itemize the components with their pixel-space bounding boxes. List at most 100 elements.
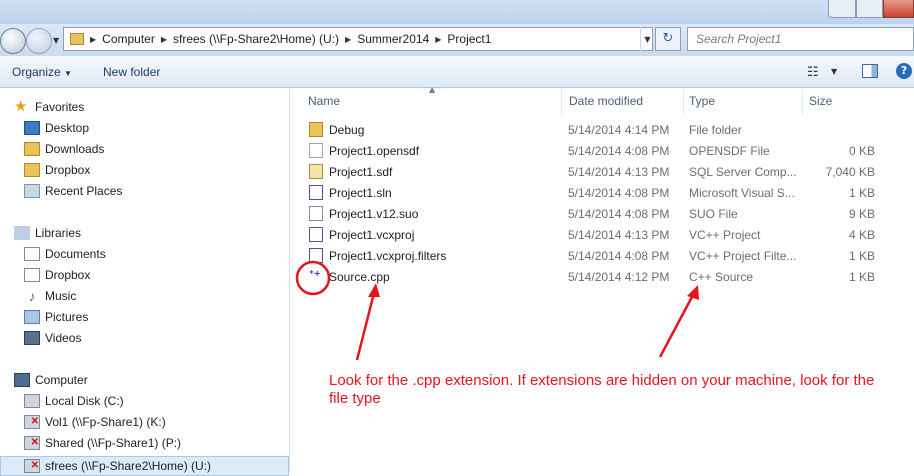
file-size: 4 KB bbox=[848, 228, 875, 242]
chevron-right-icon[interactable]: ▶ bbox=[88, 35, 98, 44]
nav-label: Documents bbox=[45, 247, 106, 261]
downloads-icon bbox=[24, 142, 40, 156]
file-type: C++ Source bbox=[689, 270, 754, 284]
refresh-button[interactable]: ↻ bbox=[655, 27, 681, 51]
file-type: SQL Server Comp... bbox=[689, 165, 797, 179]
new-folder-button[interactable]: New folder bbox=[103, 65, 160, 79]
file-size: 1 KB bbox=[848, 270, 875, 284]
pictures-icon bbox=[24, 310, 40, 324]
nav-item-dropbox[interactable]: Dropbox bbox=[24, 160, 90, 180]
file-type: VC++ Project bbox=[689, 228, 761, 242]
nav-item-local-disk[interactable]: Local Disk (C:) bbox=[24, 391, 124, 411]
column-divider[interactable] bbox=[802, 89, 803, 115]
nav-item-recent-places[interactable]: Recent Places bbox=[24, 181, 122, 201]
nav-item-pictures[interactable]: Pictures bbox=[24, 307, 88, 327]
nav-item-sfrees[interactable]: ✕ sfrees (\\Fp-Share2\Home) (U:) bbox=[24, 456, 211, 476]
views-icon[interactable]: ☷ bbox=[807, 65, 819, 80]
folder-icon bbox=[309, 122, 323, 137]
filters-file-icon bbox=[309, 248, 323, 263]
back-button[interactable] bbox=[0, 28, 26, 54]
chevron-right-icon[interactable]: ▶ bbox=[433, 35, 443, 44]
breadcrumb-computer[interactable]: Computer bbox=[98, 32, 159, 46]
annotation-text: Look for the .cpp extension. If extensio… bbox=[329, 372, 875, 407]
column-divider[interactable] bbox=[683, 89, 684, 115]
column-header-type[interactable]: Type bbox=[689, 92, 715, 116]
nav-item-downloads[interactable]: Downloads bbox=[24, 139, 104, 159]
file-name: Source.cpp bbox=[329, 270, 390, 284]
videos-icon bbox=[24, 331, 40, 345]
close-button[interactable] bbox=[883, 0, 914, 18]
column-header-name[interactable]: Name bbox=[308, 92, 340, 116]
file-size: 7,040 KB bbox=[825, 165, 875, 179]
nav-label: Downloads bbox=[45, 142, 105, 156]
file-row[interactable]: Project1.v12.suo 5/14/2014 4:08 PM SUO Fil… bbox=[305, 203, 905, 224]
file-row[interactable]: Project1.vcxproj 5/14/2014 4:13 PM VC++ Pr… bbox=[305, 224, 905, 245]
navigation-pane: ★ Favorites Desktop Downloads Dropbox Rec… bbox=[0, 89, 290, 476]
file-row[interactable]: Project1.sdf 5/14/2014 4:13 PM SQL Server … bbox=[305, 161, 905, 182]
nav-label: Libraries bbox=[35, 226, 82, 240]
nav-item-videos[interactable]: Videos bbox=[24, 328, 81, 348]
nav-label: Pictures bbox=[45, 310, 89, 324]
file-name: Project1.opensdf bbox=[329, 144, 420, 158]
address-bar[interactable]: ▶ Computer ▶ sfrees (\\Fp-Share2\Home) (… bbox=[63, 27, 653, 51]
file-row[interactable]: Project1.sln 5/14/2014 4:08 PM Microsoft V… bbox=[305, 182, 905, 203]
desktop-icon bbox=[24, 121, 40, 135]
file-size: 0 KB bbox=[848, 144, 875, 158]
breadcrumb-summer2014[interactable]: Summer2014 bbox=[353, 32, 433, 46]
nav-item-documents[interactable]: Documents bbox=[24, 244, 106, 264]
file-size: 1 KB bbox=[848, 249, 875, 263]
column-header-size[interactable]: Size bbox=[809, 92, 832, 116]
minimize-button[interactable] bbox=[828, 0, 856, 18]
forward-button[interactable] bbox=[26, 28, 52, 54]
vcxproj-file-icon bbox=[309, 227, 323, 242]
help-button[interactable]: ? bbox=[896, 63, 912, 79]
nav-computer[interactable]: Computer bbox=[14, 370, 88, 390]
file-date: 5/14/2014 4:08 PM bbox=[568, 186, 670, 200]
file-row[interactable]: ⁺+ Source.cpp 5/14/2014 4:12 PM C++ Source 1… bbox=[305, 266, 905, 287]
column-header-date[interactable]: Date modified bbox=[569, 92, 643, 116]
file-row[interactable]: Debug 5/14/2014 4:14 PM File folder bbox=[305, 119, 905, 140]
search-input[interactable]: Search Project1 bbox=[687, 27, 914, 51]
nav-item-music[interactable]: ♪ Music bbox=[24, 286, 77, 306]
address-dropdown-icon[interactable]: ▼ bbox=[640, 27, 654, 51]
nav-label: Music bbox=[45, 289, 77, 303]
file-row[interactable]: Project1.vcxproj.filters 5/14/2014 4:08 P… bbox=[305, 245, 905, 266]
nav-item-dropbox-library[interactable]: Dropbox bbox=[24, 265, 90, 285]
nav-item-desktop[interactable]: Desktop bbox=[24, 118, 89, 138]
file-row[interactable]: Project1.opensdf 5/14/2014 4:08 PM OPENSDF… bbox=[305, 140, 905, 161]
nav-libraries[interactable]: Libraries bbox=[14, 223, 81, 243]
chevron-down-icon[interactable]: ▼ bbox=[831, 67, 837, 76]
file-name: Debug bbox=[329, 123, 365, 137]
chevron-right-icon[interactable]: ▶ bbox=[159, 35, 169, 44]
sln-file-icon bbox=[309, 185, 323, 200]
file-type: VC++ Project Filte... bbox=[689, 249, 797, 263]
recent-pages-icon[interactable]: ▼ bbox=[53, 36, 59, 45]
breadcrumb-project1[interactable]: Project1 bbox=[443, 32, 495, 46]
column-divider[interactable] bbox=[561, 89, 562, 115]
file-name: Project1.sln bbox=[329, 186, 392, 200]
nav-label: Videos bbox=[45, 331, 82, 345]
file-date: 5/14/2014 4:13 PM bbox=[568, 228, 670, 242]
libraries-icon bbox=[14, 226, 30, 240]
blank-file-icon bbox=[309, 143, 323, 158]
nav-item-shared[interactable]: ✕ Shared (\\Fp-Share1) (P:) bbox=[24, 433, 181, 453]
maximize-button[interactable] bbox=[856, 0, 883, 18]
nav-label: Shared (\\Fp-Share1) (P:) bbox=[45, 436, 182, 450]
nav-favorites[interactable]: ★ Favorites bbox=[14, 97, 84, 117]
preview-pane-button[interactable] bbox=[862, 64, 878, 78]
organize-label: Organize bbox=[12, 65, 61, 79]
nav-item-vol1[interactable]: ✕ Vol1 (\\Fp-Share1) (K:) bbox=[24, 412, 166, 432]
nav-label: Computer bbox=[35, 373, 88, 387]
nav-label: Dropbox bbox=[45, 268, 91, 282]
dropbox-library-icon bbox=[24, 268, 40, 282]
file-date: 5/14/2014 4:14 PM bbox=[568, 123, 670, 137]
file-type: SUO File bbox=[689, 207, 738, 221]
organize-button[interactable]: Organize ▼ bbox=[12, 65, 72, 79]
file-name: Project1.vcxproj.filters bbox=[329, 249, 447, 263]
chevron-right-icon[interactable]: ▶ bbox=[343, 35, 353, 44]
file-size: 9 KB bbox=[848, 207, 875, 221]
dropbox-icon bbox=[24, 163, 40, 177]
file-size: 1 KB bbox=[848, 186, 875, 200]
nav-label: Favorites bbox=[35, 100, 85, 114]
breadcrumb-drive[interactable]: sfrees (\\Fp-Share2\Home) (U:) bbox=[169, 32, 343, 46]
